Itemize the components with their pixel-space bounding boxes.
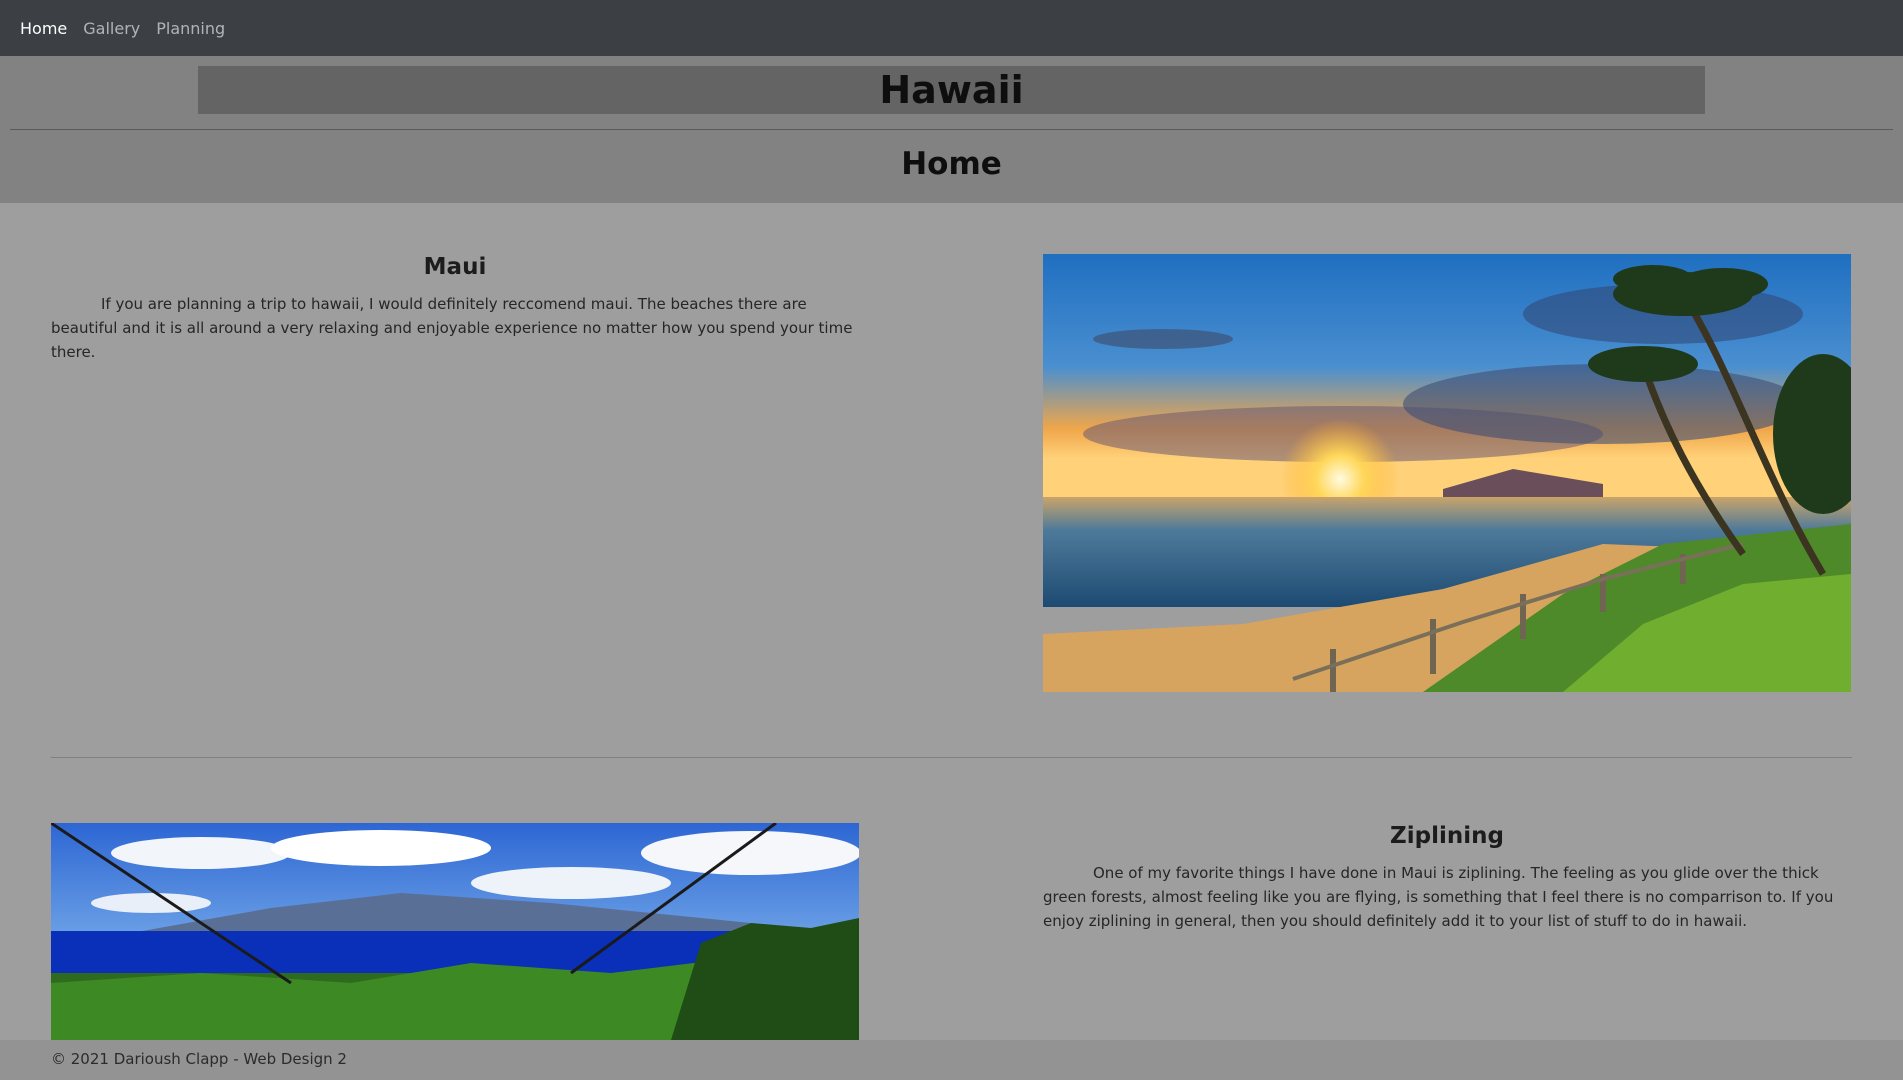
ziplining-heading: Ziplining <box>1390 823 1504 849</box>
page-header: Hawaii Home <box>0 56 1903 203</box>
site-title: Hawaii <box>879 68 1024 112</box>
section-divider <box>51 757 1852 758</box>
site-title-banner: Hawaii <box>198 66 1705 114</box>
maui-sunset-beach-image <box>1043 254 1851 692</box>
ziplining-description: One of my favorite things I have done in… <box>1043 864 1834 930</box>
nav-link-home[interactable]: Home <box>20 19 67 38</box>
page-heading: Home <box>901 146 1002 182</box>
footer: © 2021 Darioush Clapp - Web Design 2 <box>0 1040 1903 1080</box>
nav-link-planning[interactable]: Planning <box>156 19 225 38</box>
header-divider <box>10 129 1893 130</box>
maui-description: If you are planning a trip to hawaii, I … <box>51 295 853 361</box>
maui-heading: Maui <box>423 254 487 280</box>
copyright-text: © 2021 Darioush Clapp - Web Design 2 <box>51 1050 347 1068</box>
nav-link-gallery[interactable]: Gallery <box>83 19 140 38</box>
ziplining-image <box>51 823 859 1040</box>
navbar: Home Gallery Planning <box>0 0 1903 56</box>
